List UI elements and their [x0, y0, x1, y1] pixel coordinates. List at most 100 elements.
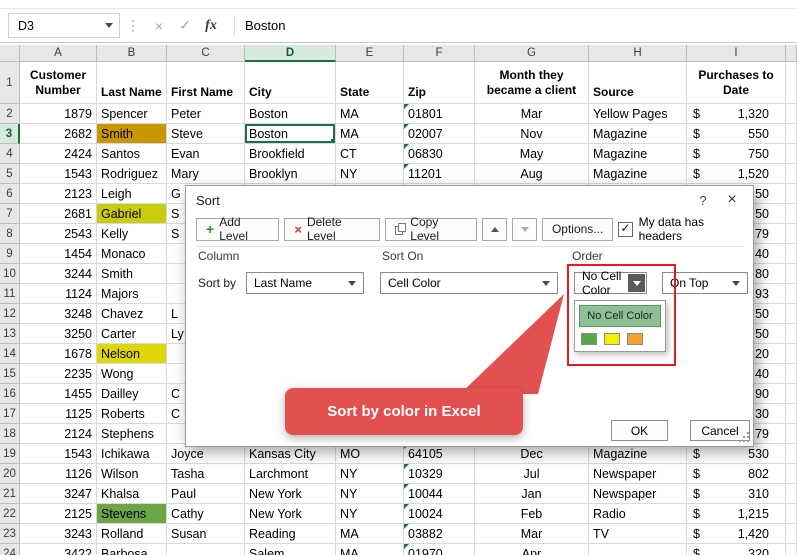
cell-E24[interactable]: MA	[336, 544, 404, 555]
column-header-I[interactable]: I	[687, 45, 786, 62]
row-header-10[interactable]: 10	[0, 264, 20, 284]
resize-grip[interactable]	[738, 431, 750, 443]
row-header-23[interactable]: 23	[0, 524, 20, 544]
cell-C5[interactable]: Mary	[167, 164, 245, 184]
row-header-21[interactable]: 21	[0, 484, 20, 504]
cancel-entry-button[interactable]: ×	[148, 18, 170, 34]
cell-E21[interactable]: NY	[336, 484, 404, 504]
cell-H3[interactable]: Magazine	[589, 124, 687, 144]
field-header-G1[interactable]: Month they became a client	[475, 62, 589, 104]
cell-B21[interactable]: Khalsa	[97, 484, 167, 504]
checkbox-checked-icon[interactable]	[618, 221, 633, 237]
cell-D4[interactable]: Brookfield	[245, 144, 336, 164]
cell-A15[interactable]: 2235	[20, 364, 97, 384]
column-header-B[interactable]: B	[97, 45, 167, 62]
cell-F23[interactable]: 03882	[404, 524, 475, 544]
cell-B8[interactable]: Kelly	[97, 224, 167, 244]
cell-E22[interactable]: NY	[336, 504, 404, 524]
color-swatch-1[interactable]	[604, 333, 620, 345]
select-all-button[interactable]	[0, 45, 20, 62]
cell-C22[interactable]: Cathy	[167, 504, 245, 524]
row-header-20[interactable]: 20	[0, 464, 20, 484]
cell-G22[interactable]: Feb	[475, 504, 589, 524]
color-swatch-2[interactable]	[627, 333, 643, 345]
cell-C21[interactable]: Paul	[167, 484, 245, 504]
cell-H21[interactable]: Newspaper	[589, 484, 687, 504]
cell-H23[interactable]: TV	[589, 524, 687, 544]
cell-A2[interactable]: 1879	[20, 104, 97, 124]
cell-G23[interactable]: Mar	[475, 524, 589, 544]
row-header-5[interactable]: 5	[0, 164, 20, 184]
cell-B22[interactable]: Stevens	[97, 504, 167, 524]
cell-H19[interactable]: Magazine	[589, 444, 687, 464]
row-header-15[interactable]: 15	[0, 364, 20, 384]
cell-D22[interactable]: New York	[245, 504, 336, 524]
row-header-3[interactable]: 3	[0, 124, 20, 144]
column-header-F[interactable]: F	[404, 45, 475, 62]
column-header-D[interactable]: D	[245, 45, 336, 62]
cell-H24[interactable]	[589, 544, 687, 555]
row-header-6[interactable]: 6	[0, 184, 20, 204]
cell-D19[interactable]: Kansas City	[245, 444, 336, 464]
cell-E5[interactable]: NY	[336, 164, 404, 184]
row-header-8[interactable]: 8	[0, 224, 20, 244]
row-header-17[interactable]: 17	[0, 404, 20, 424]
cell-G3[interactable]: Nov	[475, 124, 589, 144]
cell-H2[interactable]: Yellow Pages	[589, 104, 687, 124]
cell-G21[interactable]: Jan	[475, 484, 589, 504]
row-header-22[interactable]: 22	[0, 504, 20, 524]
cell-F20[interactable]: 10329	[404, 464, 475, 484]
cell-G4[interactable]: May	[475, 144, 589, 164]
field-header-B1[interactable]: Last Name	[97, 62, 167, 104]
order-select[interactable]: No Cell Color	[574, 269, 647, 297]
close-icon[interactable]: ×	[723, 191, 741, 209]
cell-B20[interactable]: Wilson	[97, 464, 167, 484]
cell-F4[interactable]: 06830	[404, 144, 475, 164]
cell-G20[interactable]: Jul	[475, 464, 589, 484]
cell-D5[interactable]: Brooklyn	[245, 164, 336, 184]
cell-A10[interactable]: 3244	[20, 264, 97, 284]
cell-A5[interactable]: 1543	[20, 164, 97, 184]
cell-I22[interactable]: $1,215	[687, 504, 786, 524]
cell-H5[interactable]: Magazine	[589, 164, 687, 184]
row-header-1[interactable]: 1	[0, 62, 20, 104]
cell-C4[interactable]: Evan	[167, 144, 245, 164]
cell-B19[interactable]: Ichikawa	[97, 444, 167, 464]
cell-B23[interactable]: Rolland	[97, 524, 167, 544]
row-header-11[interactable]: 11	[0, 284, 20, 304]
cell-B6[interactable]: Leigh	[97, 184, 167, 204]
cell-A3[interactable]: 2682	[20, 124, 97, 144]
cell-B9[interactable]: Monaco	[97, 244, 167, 264]
cell-C3[interactable]: Steve	[167, 124, 245, 144]
cell-B15[interactable]: Wong	[97, 364, 167, 384]
cell-E3[interactable]: MA	[336, 124, 404, 144]
color-swatch-0[interactable]	[581, 333, 597, 345]
cell-G5[interactable]: Aug	[475, 164, 589, 184]
add-level-button[interactable]: + Add Level	[196, 215, 280, 243]
help-button[interactable]: ?	[695, 193, 711, 208]
column-header-H[interactable]: H	[589, 45, 687, 62]
cell-I23[interactable]: $1,420	[687, 524, 786, 544]
row-header-7[interactable]: 7	[0, 204, 20, 224]
column-header-C[interactable]: C	[167, 45, 245, 62]
move-up-button[interactable]	[482, 217, 508, 241]
column-header-E[interactable]: E	[336, 45, 404, 62]
cell-H4[interactable]: Magazine	[589, 144, 687, 164]
cell-D20[interactable]: Larchmont	[245, 464, 336, 484]
field-header-E1[interactable]: State	[336, 62, 404, 104]
cell-F21[interactable]: 10044	[404, 484, 475, 504]
cell-F5[interactable]: 11201	[404, 164, 475, 184]
row-header-12[interactable]: 12	[0, 304, 20, 324]
cell-B24[interactable]: Barbosa	[97, 544, 167, 555]
cell-B5[interactable]: Rodriguez	[97, 164, 167, 184]
column-header-A[interactable]: A	[20, 45, 97, 62]
column-header-G[interactable]: G	[475, 45, 589, 62]
cell-A7[interactable]: 2681	[20, 204, 97, 224]
row-header-18[interactable]: 18	[0, 424, 20, 444]
cell-B13[interactable]: Carter	[97, 324, 167, 344]
cell-E2[interactable]: MA	[336, 104, 404, 124]
cell-E20[interactable]: NY	[336, 464, 404, 484]
cell-H22[interactable]: Radio	[589, 504, 687, 524]
cell-A11[interactable]: 1124	[20, 284, 97, 304]
cell-A14[interactable]: 1678	[20, 344, 97, 364]
